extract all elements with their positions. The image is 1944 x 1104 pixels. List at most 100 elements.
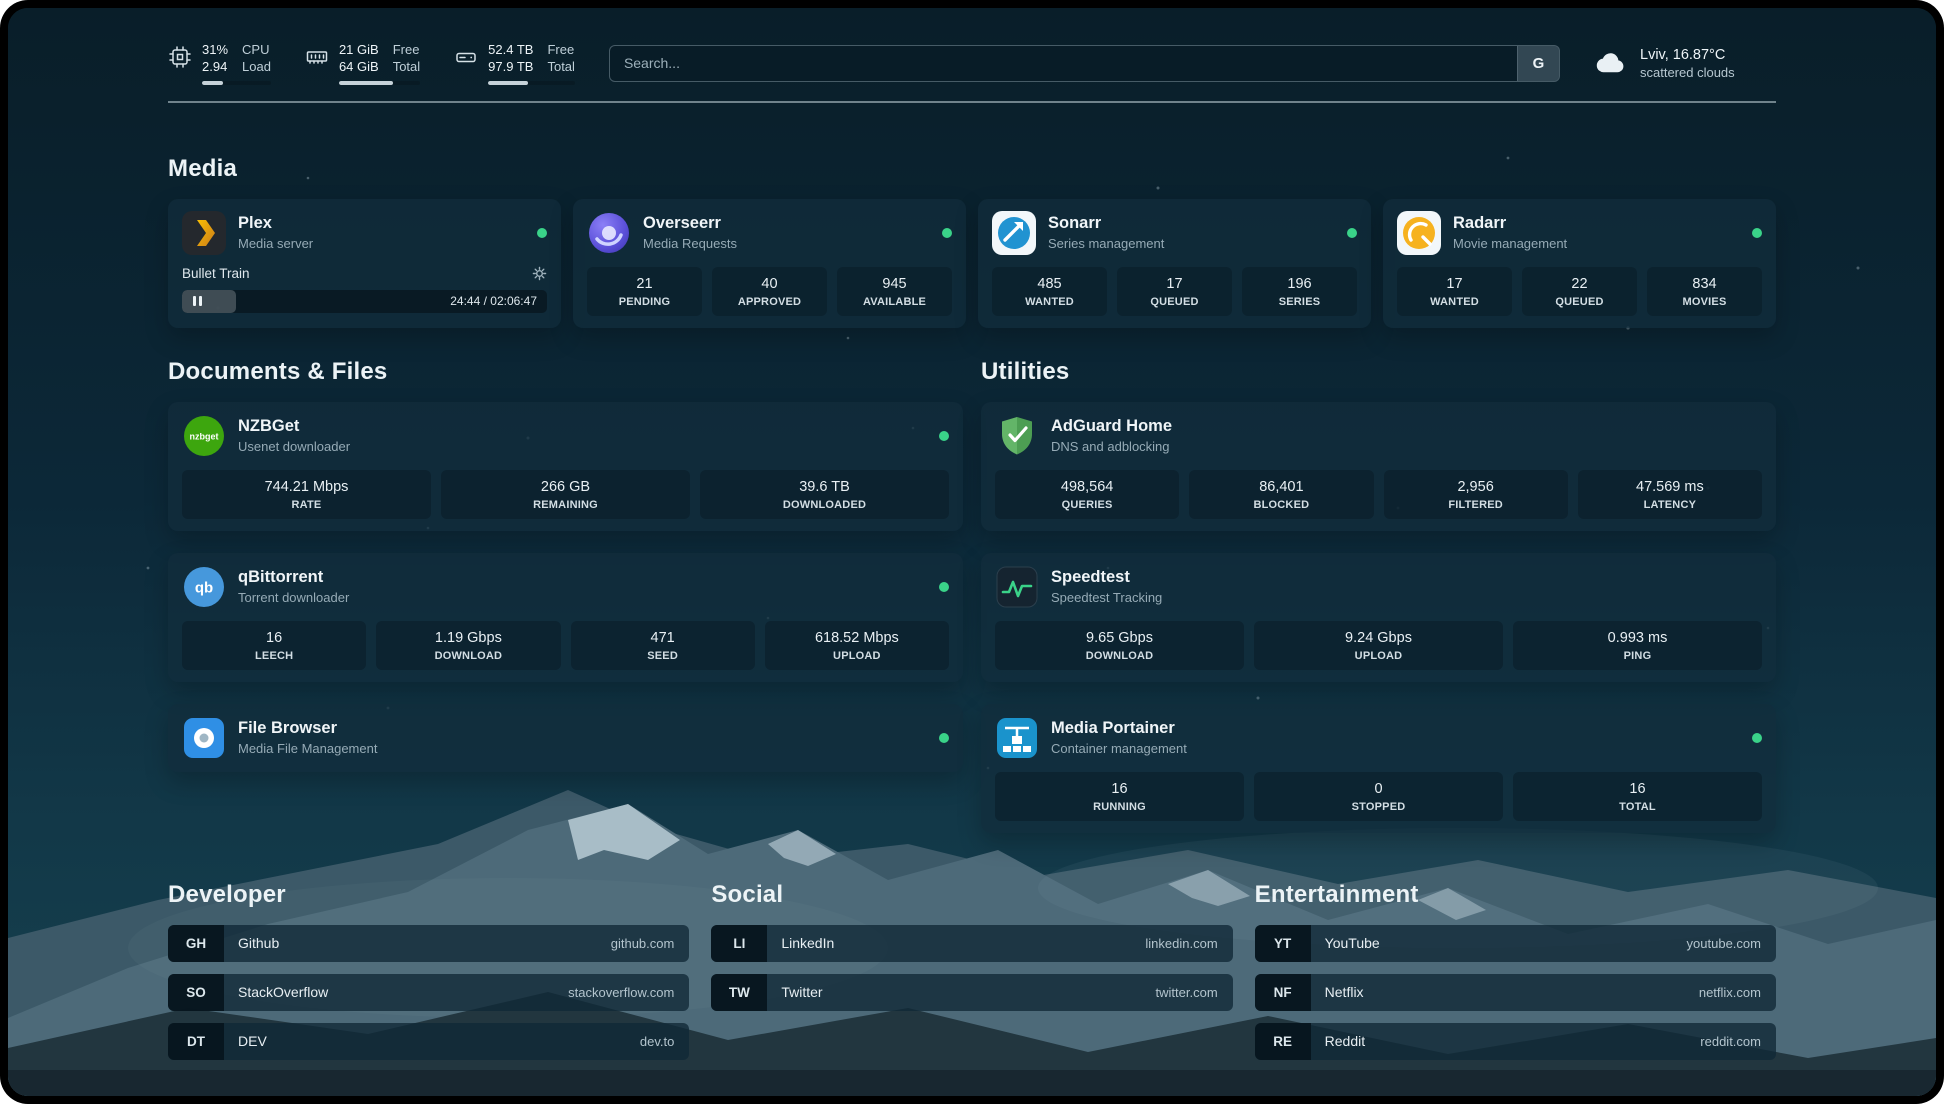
sonarr-meta: Sonarr Series management (1048, 214, 1164, 251)
stat-label: UPLOAD (771, 650, 943, 662)
adguard-meta: AdGuard Home DNS and adblocking (1051, 417, 1172, 454)
stat-value: 16 (188, 630, 360, 646)
plex-progress-fill (182, 290, 236, 313)
memory-progress-bar (339, 81, 420, 85)
bookmark-abbr: SO (168, 974, 224, 1011)
stat-download: 1.19 Gbps DOWNLOAD (376, 621, 560, 670)
search-provider-button[interactable]: G (1517, 46, 1559, 81)
bookmark-name: Netflix (1311, 974, 1364, 1011)
stat-label: QUERIES (1001, 499, 1173, 511)
stat-value: 485 (998, 276, 1101, 292)
stat-value: 744.21 Mbps (188, 479, 425, 495)
stat-download: 9.65 Gbps DOWNLOAD (995, 621, 1244, 670)
section-title-entertainment: Entertainment (1255, 881, 1776, 909)
stat-pending: 21 PENDING (587, 267, 702, 316)
portainer-meta: Media Portainer Container management (1051, 719, 1187, 756)
stat-label: MOVIES (1653, 296, 1756, 308)
app-name: Radarr (1453, 214, 1567, 233)
adguard-card-header: AdGuard Home DNS and adblocking (995, 414, 1762, 458)
bookmark-github[interactable]: GH Github github.com (168, 925, 689, 962)
memory-label-total: Total (393, 59, 420, 76)
app-card-overseerr[interactable]: Overseerr Media Requests 21 PENDING 40 A… (573, 199, 966, 328)
status-dot (939, 733, 949, 743)
bookmark-name: YouTube (1311, 925, 1380, 962)
stat-queries: 498,564 QUERIES (995, 470, 1179, 519)
nzbget-icon: nzbget (182, 414, 226, 458)
utilities-cards: AdGuard Home DNS and adblocking 498,564 … (981, 402, 1776, 833)
status-dot (942, 228, 952, 238)
radarr-stats: 17 WANTED 22 QUEUED 834 MOVIES (1397, 267, 1762, 316)
stat-leech: 16 LEECH (182, 621, 366, 670)
bookmark-name: Twitter (767, 974, 822, 1011)
app-card-nzbget[interactable]: nzbget NZBGet Usenet downloader 74 (168, 402, 963, 531)
middle-columns: Documents & Files nzbget NZBGet (168, 328, 1776, 833)
stat-label: DOWNLOAD (382, 650, 554, 662)
section-title-media: Media (168, 155, 1776, 183)
disk-free-value: 52.4 TB (488, 42, 533, 59)
app-subtitle: Movie management (1453, 236, 1567, 251)
app-name: Overseerr (643, 214, 737, 233)
app-subtitle: Usenet downloader (238, 439, 350, 454)
svg-text:qb: qb (195, 579, 213, 596)
documents-column: Documents & Files nzbget NZBGet (168, 328, 963, 772)
plex-settings-gear-icon[interactable] (532, 266, 547, 281)
bookmark-stackoverflow[interactable]: SO StackOverflow stackoverflow.com (168, 974, 689, 1011)
app-card-portainer[interactable]: Media Portainer Container management 16 … (981, 704, 1776, 833)
bookmark-youtube[interactable]: YT YouTube youtube.com (1255, 925, 1776, 962)
section-title-social: Social (711, 881, 1232, 909)
sonarr-card-header: Sonarr Series management (992, 211, 1357, 255)
memory-free-value: 21 GiB (339, 42, 379, 59)
app-card-speedtest[interactable]: Speedtest Speedtest Tracking 9.65 Gbps D… (981, 553, 1776, 682)
disk-label-free: Free (547, 42, 574, 59)
stat-total: 16 TOTAL (1513, 772, 1762, 821)
app-card-adguard[interactable]: AdGuard Home DNS and adblocking 498,564 … (981, 402, 1776, 531)
stat-filtered: 2,956 FILTERED (1384, 470, 1568, 519)
bookmark-netflix[interactable]: NF Netflix netflix.com (1255, 974, 1776, 1011)
filebrowser-card-header: File Browser Media File Management (182, 716, 949, 760)
plex-progress-bar[interactable]: 24:44 / 02:06:47 (182, 290, 547, 313)
speedtest-meta: Speedtest Speedtest Tracking (1051, 568, 1162, 605)
overseerr-meta: Overseerr Media Requests (643, 214, 737, 251)
app-card-sonarr[interactable]: Sonarr Series management 485 WANTED 17 Q… (978, 199, 1371, 328)
dashboard-content: 31% 2.94 CPU Load (168, 8, 1776, 1072)
pause-icon[interactable] (193, 296, 202, 306)
social-column: Social LI LinkedIn linkedin.com TW Twitt… (711, 833, 1232, 1023)
stat-label: WANTED (1403, 296, 1506, 308)
bookmark-reddit[interactable]: RE Reddit reddit.com (1255, 1023, 1776, 1060)
radarr-icon (1397, 211, 1441, 255)
qbittorrent-stats: 16 LEECH 1.19 Gbps DOWNLOAD 471 SEED (182, 621, 949, 670)
stat-label: BLOCKED (1195, 499, 1367, 511)
bookmarks-row: Developer GH Github github.com SO StackO… (168, 833, 1776, 1072)
speedtest-card-header: Speedtest Speedtest Tracking (995, 565, 1762, 609)
stat-value: 498,564 (1001, 479, 1173, 495)
disk-widget: 52.4 TB 97.9 TB Free Total (454, 42, 575, 85)
app-name: Plex (238, 214, 313, 233)
search-input[interactable] (610, 46, 1517, 81)
bookmark-abbr: TW (711, 974, 767, 1011)
bookmark-dev[interactable]: DT DEV dev.to (168, 1023, 689, 1060)
bookmark-abbr: GH (168, 925, 224, 962)
bookmark-abbr: RE (1255, 1023, 1311, 1060)
app-card-qbittorrent[interactable]: qb qBittorrent Torrent downloader (168, 553, 963, 682)
bookmark-url: dev.to (640, 1023, 689, 1060)
cpu-progress-bar (202, 81, 271, 85)
speedtest-stats: 9.65 Gbps DOWNLOAD 9.24 Gbps UPLOAD 0.99… (995, 621, 1762, 670)
stat-label: APPROVED (718, 296, 821, 308)
status-dot (1752, 228, 1762, 238)
app-card-filebrowser[interactable]: File Browser Media File Management (168, 704, 963, 772)
media-cards-row: Plex Media server Bullet Train (168, 199, 1776, 328)
bookmark-linkedin[interactable]: LI LinkedIn linkedin.com (711, 925, 1232, 962)
bookmark-name: Reddit (1311, 1023, 1365, 1060)
stat-label: REMAINING (447, 499, 684, 511)
app-card-plex[interactable]: Plex Media server Bullet Train (168, 199, 561, 328)
developer-column: Developer GH Github github.com SO StackO… (168, 833, 689, 1072)
bookmark-abbr: LI (711, 925, 767, 962)
bookmark-name: StackOverflow (224, 974, 328, 1011)
app-card-radarr[interactable]: Radarr Movie management 17 WANTED 22 QUE… (1383, 199, 1776, 328)
sonarr-stats: 485 WANTED 17 QUEUED 196 SERIES (992, 267, 1357, 316)
bookmark-twitter[interactable]: TW Twitter twitter.com (711, 974, 1232, 1011)
bookmark-url: twitter.com (1156, 974, 1233, 1011)
stat-label: DOWNLOADED (706, 499, 943, 511)
filebrowser-icon (182, 716, 226, 760)
weather-text: Lviv, 16.87°C scattered clouds (1640, 47, 1735, 80)
